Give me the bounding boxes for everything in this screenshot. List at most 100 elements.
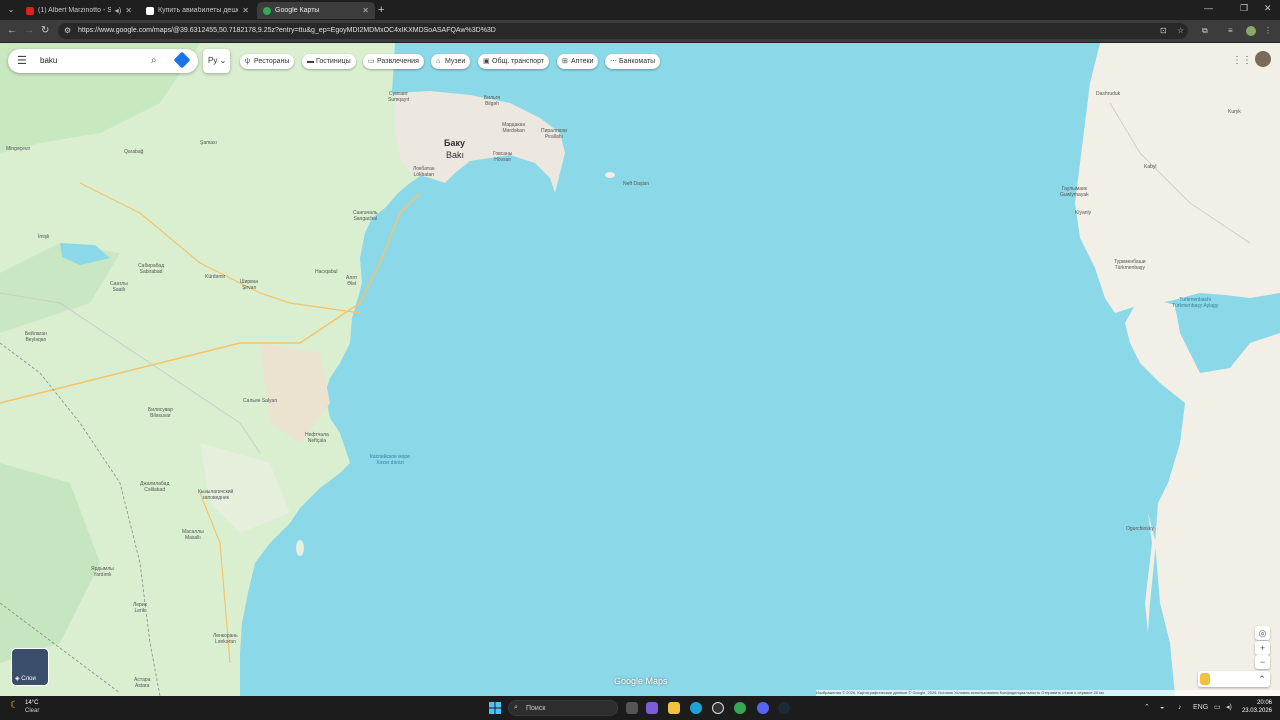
search-input[interactable]: baku	[40, 56, 57, 66]
map-label-mingachevir[interactable]: Mingəçevir	[6, 146, 30, 152]
forward-icon[interactable]: →	[24, 24, 34, 38]
map-label-sumgait[interactable]: Сумгаит Sumqayıt	[388, 91, 409, 103]
language-indicator[interactable]: ENG	[1193, 703, 1208, 713]
map-label-lenkoran[interactable]: Ленкорань Lənkəran	[213, 633, 238, 645]
chip-hotels[interactable]: ▬ Гостиницы	[302, 54, 356, 69]
map-label-pirallahi[interactable]: Пираллахи Pirallahı	[541, 128, 567, 140]
windows-start-icon[interactable]	[489, 702, 501, 714]
zoom-in-button[interactable]: +	[1255, 641, 1270, 655]
google-apps-icon[interactable]: ⋮⋮	[1232, 55, 1252, 67]
map-label-baku[interactable]: Баку	[444, 138, 465, 148]
map-label-turkmenbashi[interactable]: Туркменбаши Türkmenbaşy	[1114, 259, 1146, 271]
file-explorer-icon[interactable]	[668, 702, 680, 714]
new-tab-button[interactable]: +	[378, 3, 384, 17]
tab-flights[interactable]: Купить авиабилеты дешево о ✕	[140, 2, 255, 19]
map-label-hajigabul[interactable]: Hacıqabul	[315, 269, 338, 275]
close-tab-icon[interactable]: ✕	[242, 6, 249, 15]
chip-entertainment[interactable]: ▭ Развлечения	[363, 54, 424, 69]
map-label-sabirabad[interactable]: Сабирабад Sabirabad	[138, 263, 164, 275]
tray-app-icon[interactable]: ◒	[1160, 703, 1164, 713]
map-label-beylagan[interactable]: Бейлаган Beyləqan	[25, 331, 47, 343]
map-label-mardakan[interactable]: Мардакан Mərdəkan	[502, 122, 525, 134]
tab-youtube[interactable]: (1) Albert Marzinotto - Sali ◂) ✕	[20, 2, 138, 19]
map-label-shirvan[interactable]: Ширван Şirvan	[240, 279, 258, 291]
weather-moon-icon[interactable]: ☾	[10, 699, 19, 713]
map-search-box[interactable]	[8, 49, 198, 73]
map-label-bilasuvar[interactable]: Билясувар Biləsuvar	[148, 407, 173, 419]
reload-icon[interactable]: ↻	[41, 24, 49, 38]
map-label-lerik[interactable]: Лерик Lerik	[133, 602, 147, 614]
taskbar-clock[interactable]: 20:06 23.03.2026	[1240, 699, 1272, 715]
close-tab-icon[interactable]: ✕	[125, 6, 132, 15]
audio-icon[interactable]: ◂)	[115, 6, 122, 15]
copilot-icon[interactable]	[646, 702, 658, 714]
map-label-jalilabad[interactable]: Джалилабад Cəlilabad	[140, 481, 169, 493]
map-label-alat[interactable]: Алят Ələt	[346, 275, 357, 287]
chip-museums[interactable]: ⌂ Музеи	[431, 54, 471, 69]
browser-menu-icon[interactable]: ⋮	[1264, 25, 1272, 37]
account-avatar[interactable]	[1255, 51, 1271, 67]
map-canvas[interactable]: Баку Bakı Сумгаит Sumqayıt Neft Daşları …	[0, 43, 1280, 696]
map-label-kabyl[interactable]: Kabyl	[1144, 164, 1157, 170]
map-label-ogurchinsky[interactable]: Ogurchinsky	[1126, 526, 1154, 532]
map-label-kurdamir[interactable]: Kürdəmir	[205, 274, 225, 280]
map-label-bilgah[interactable]: Бильгя Bilgəh	[484, 95, 500, 107]
map-label-shamakhi[interactable]: Şamaxı	[200, 140, 217, 146]
chrome-icon[interactable]	[734, 702, 746, 714]
close-window-icon[interactable]: ✕	[1264, 3, 1272, 14]
maximize-icon[interactable]: ❐	[1240, 3, 1248, 14]
task-view-icon[interactable]	[626, 702, 638, 714]
bookmark-star-icon[interactable]: ☆	[1177, 25, 1184, 37]
map-label-lokbatan[interactable]: Локбатан Lökbatan	[413, 166, 435, 178]
map-label-kiyanly[interactable]: Kiyanly	[1075, 210, 1091, 216]
map-label-imishli[interactable]: İmişli	[38, 234, 49, 240]
map-label-hovsan[interactable]: Говсаны Hövsan	[493, 151, 512, 163]
expand-icon[interactable]: ⌃	[1256, 673, 1268, 685]
my-location-icon[interactable]: ◎	[1255, 626, 1270, 640]
app-icon[interactable]	[712, 702, 724, 714]
tab-google-maps[interactable]: Google Карты ✕	[257, 2, 375, 19]
map-label-qusar[interactable]: Qarabağ	[124, 149, 143, 155]
steam-icon[interactable]	[778, 702, 790, 714]
profile-avatar[interactable]	[1246, 26, 1256, 36]
volume-icon[interactable]: ◂)	[1226, 703, 1232, 713]
back-icon[interactable]: ←	[7, 24, 17, 38]
media-icon[interactable]: ≡	[1228, 25, 1233, 37]
weather-temperature[interactable]: 14°C	[25, 700, 38, 707]
site-info-icon[interactable]: ⚙	[64, 25, 71, 37]
extensions-icon[interactable]: ⧉	[1202, 25, 1208, 37]
chip-pharmacies[interactable]: ⊞ Аптеки	[557, 54, 599, 69]
map-label-saatli[interactable]: Саатлы Saatlı	[110, 281, 128, 293]
microphone-icon[interactable]: ♪	[1178, 703, 1182, 713]
map-label-guwlymayak[interactable]: Гаулымаяк Guwlymayak	[1060, 186, 1089, 198]
pegman-icon[interactable]	[1200, 673, 1210, 685]
map-label-masalli[interactable]: Масаллы Masallı	[182, 529, 204, 541]
weather-condition[interactable]: Clear	[25, 708, 39, 715]
map-label-kyzylagach-reserve[interactable]: Кызылагачский заповедник	[198, 489, 233, 501]
map-label-dashruduk[interactable]: Dashruduk	[1096, 91, 1120, 97]
chip-atms[interactable]: ⋯ Банкоматы	[605, 54, 661, 69]
map-label-neftchala[interactable]: Нефтчала Neftçala	[305, 432, 329, 444]
map-label-yardimli[interactable]: Ярдымлы Yardımlı	[91, 566, 114, 578]
discord-icon[interactable]	[757, 702, 769, 714]
map-label-astara[interactable]: Астара Astara	[134, 677, 150, 689]
edge-icon[interactable]	[690, 702, 702, 714]
taskbar-search[interactable]	[508, 700, 618, 716]
map-label-sangachal[interactable]: Сангачаль Sangachal	[353, 210, 378, 222]
install-app-icon[interactable]: ⊡	[1160, 25, 1167, 37]
network-icon[interactable]: ▭	[1214, 703, 1221, 713]
minimize-icon[interactable]: —	[1204, 3, 1213, 13]
menu-icon[interactable]: ☰	[17, 54, 27, 68]
search-icon[interactable]: ⌕	[151, 54, 157, 68]
url-text[interactable]: https://www.google.com/maps/@39.6312455,…	[78, 26, 496, 36]
map-label-kuryk[interactable]: Kuryk	[1228, 109, 1241, 115]
tab-search-icon[interactable]: ⌄	[5, 4, 17, 16]
zoom-out-button[interactable]: −	[1255, 655, 1270, 669]
show-hidden-icons[interactable]: ⌃	[1144, 703, 1150, 713]
map-label-neft-dashlari[interactable]: Neft Daşları	[623, 181, 649, 187]
map-label-salyan[interactable]: Сальян Salyan	[243, 398, 277, 404]
chip-transit[interactable]: ▣ Общ. транспорт	[478, 54, 550, 69]
close-tab-icon[interactable]: ✕	[362, 6, 369, 15]
chip-restaurants[interactable]: ψ Рестораны	[240, 54, 295, 69]
language-button[interactable]: Ру ⌄	[203, 49, 230, 73]
